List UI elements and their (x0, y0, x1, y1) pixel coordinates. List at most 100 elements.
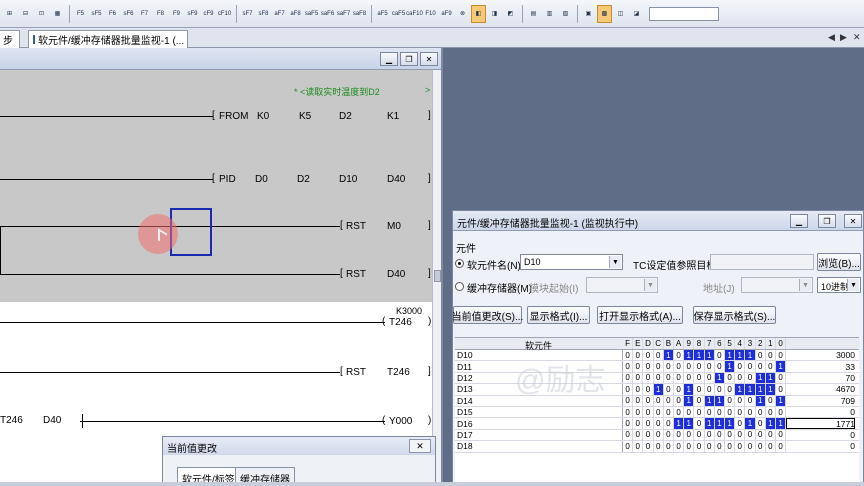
device-radio[interactable] (455, 259, 464, 268)
bit-cell[interactable]: 0 (735, 441, 746, 452)
bit-cell[interactable]: 1 (776, 395, 787, 406)
bit-cell[interactable]: 0 (654, 361, 664, 372)
ladder-operand[interactable]: D2 (339, 111, 352, 122)
open-display-format-button[interactable]: 打开显示格式(A)... (597, 306, 683, 324)
bit-cell[interactable]: 1 (725, 350, 736, 361)
decimal-value-cell[interactable]: 1771 (786, 418, 855, 429)
toolbar-button[interactable]: sF9 (185, 5, 200, 23)
toolbar-button[interactable]: saF6 (320, 5, 335, 23)
bit-cell[interactable]: 0 (694, 395, 705, 406)
radix-select[interactable]: 10进制 ▼ (817, 277, 861, 293)
bit-cell[interactable]: 0 (756, 407, 766, 418)
timer-constant[interactable]: K3000 (396, 306, 422, 316)
bit-cell[interactable]: 1 (704, 418, 715, 429)
bit-cell[interactable]: 0 (623, 418, 634, 429)
bit-cell[interactable]: 0 (776, 429, 787, 441)
bit-cell[interactable]: 0 (643, 407, 654, 418)
toolbar-button[interactable]: ▣ (581, 5, 596, 23)
toolbar-button[interactable]: ▥ (542, 5, 557, 23)
bit-cell[interactable]: 0 (664, 429, 674, 441)
bit-cell[interactable]: 0 (725, 441, 736, 452)
toolbar-button[interactable]: sF7 (240, 5, 255, 23)
output-coil[interactable]: Y000 (389, 416, 412, 427)
bit-cell[interactable]: 1 (755, 384, 766, 395)
save-display-format-button[interactable]: 保存显示格式(S)... (693, 306, 776, 324)
ladder-operand[interactable]: K1 (387, 111, 399, 122)
toolbar-button[interactable]: sF6 (121, 5, 136, 23)
bit-cell[interactable]: 1 (684, 384, 695, 395)
minimize-icon[interactable]: ▁ (380, 52, 398, 66)
bit-cell[interactable]: 0 (745, 441, 756, 452)
bit-cell[interactable]: 0 (735, 372, 746, 384)
ladder-operand[interactable]: K5 (299, 111, 311, 122)
bit-cell[interactable]: 0 (633, 407, 644, 418)
bit-cell[interactable]: 0 (715, 350, 725, 361)
ladder-operand[interactable]: D10 (339, 174, 357, 185)
toolbar-button[interactable]: F10 (423, 5, 438, 23)
minimize-icon[interactable]: ▁ (790, 214, 808, 228)
close-icon[interactable]: ✕ (420, 52, 438, 66)
table-row[interactable]: D16 0 0 0 0 0 1 1 0 1 1 1 0 1 0 1 1 1771 (455, 418, 859, 430)
bit-cell[interactable]: 0 (674, 372, 685, 384)
bit-cell[interactable]: 0 (633, 418, 644, 429)
bit-cell[interactable]: 0 (735, 395, 746, 406)
bit-cell[interactable]: 0 (766, 395, 776, 406)
toolbar-button[interactable]: aF9 (439, 5, 454, 23)
bit-cell[interactable]: 1 (694, 350, 705, 361)
bit-cell[interactable]: 1 (725, 361, 736, 372)
toolbar-button[interactable]: aF8 (288, 5, 303, 23)
table-row[interactable]: D14 0 0 0 0 0 0 1 0 1 1 0 0 0 1 0 1 709 (455, 395, 859, 407)
bit-cell[interactable]: 0 (633, 395, 644, 406)
decimal-value-cell[interactable]: 0 (786, 407, 855, 417)
bit-cell[interactable]: 0 (715, 407, 725, 418)
bit-cell[interactable]: 0 (766, 429, 776, 441)
bit-cell[interactable]: 0 (684, 441, 695, 452)
bit-cell[interactable]: 0 (705, 441, 715, 452)
ladder-operand[interactable]: K0 (257, 111, 269, 122)
buffer-memory-radio[interactable] (455, 282, 464, 291)
bit-cell[interactable]: 0 (756, 441, 766, 452)
toolbar-button[interactable]: F9 (169, 5, 184, 23)
toolbar-button[interactable]: saF5 (304, 5, 319, 23)
table-row[interactable]: D10 0 0 0 0 1 0 1 1 1 0 1 1 1 0 0 0 3000 (455, 350, 859, 362)
bit-cell[interactable]: 0 (735, 407, 746, 418)
toolbar-button[interactable]: ⊡ (34, 5, 49, 23)
bit-cell[interactable]: 0 (766, 441, 776, 452)
table-row[interactable]: D18 0 0 0 0 0 0 0 0 0 0 0 0 0 0 0 0 0 (455, 441, 859, 453)
bit-cell[interactable]: 0 (735, 361, 746, 372)
table-row[interactable]: D15 0 0 0 0 0 0 0 0 0 0 0 0 0 0 0 0 0 (455, 407, 859, 419)
bit-cell[interactable]: 0 (705, 429, 715, 441)
toolbar-button[interactable]: ▩ (597, 4, 612, 23)
bit-cell[interactable]: 0 (623, 395, 634, 406)
toolbar-button[interactable]: ▧ (558, 5, 573, 23)
bit-cell[interactable]: 1 (765, 418, 776, 429)
bit-cell[interactable]: 0 (776, 350, 787, 361)
dialog-close-button[interactable]: ✕ (409, 439, 431, 453)
tab-close-icon[interactable]: ✕ (853, 32, 861, 43)
decimal-value-cell[interactable]: 709 (786, 396, 855, 406)
bit-cell[interactable]: 0 (756, 350, 766, 361)
bit-cell[interactable]: 1 (765, 372, 776, 384)
bit-cell[interactable]: 1 (684, 350, 695, 361)
toolbar-button[interactable]: saF7 (336, 5, 351, 23)
bit-cell[interactable]: 0 (664, 441, 674, 452)
bit-cell[interactable]: 1 (684, 418, 695, 429)
table-row[interactable]: D17 0 0 0 0 0 0 0 0 0 0 0 0 0 0 0 0 0 (455, 429, 859, 442)
bit-cell[interactable]: 0 (633, 384, 644, 395)
bit-cell[interactable]: 0 (643, 384, 654, 395)
contact-label[interactable]: D40 (43, 415, 61, 426)
bit-cell[interactable]: 0 (694, 418, 705, 429)
bit-cell[interactable]: 1 (663, 350, 674, 361)
restore-icon[interactable]: ❐ (400, 52, 418, 66)
ladder-operand[interactable]: T246 (387, 367, 410, 378)
bit-cell[interactable]: 0 (643, 441, 654, 452)
toolbar-button[interactable]: ⊗ (455, 5, 470, 23)
bit-cell[interactable]: 0 (654, 395, 664, 406)
toolbar-button[interactable]: saF8 (352, 5, 367, 23)
bit-cell[interactable]: 0 (705, 361, 715, 372)
bit-cell[interactable]: 0 (674, 350, 685, 361)
bit-cell[interactable]: 0 (633, 441, 644, 452)
bit-cell[interactable]: 0 (725, 384, 736, 395)
bit-cell[interactable]: 0 (694, 384, 705, 395)
bit-cell[interactable]: 0 (766, 350, 776, 361)
